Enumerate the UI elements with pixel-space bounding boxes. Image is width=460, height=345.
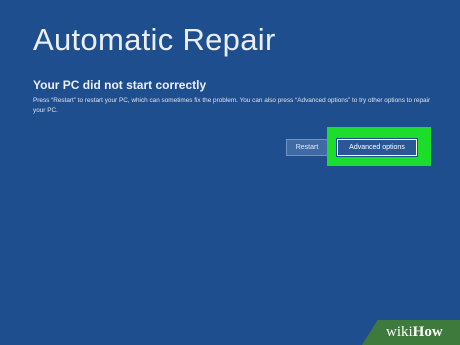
page-title: Automatic Repair <box>33 22 276 57</box>
watermark-logo-part2: How <box>412 324 443 340</box>
instructions-text: Press “Restart” to restart your PC, whic… <box>33 97 431 114</box>
watermark-logo: wikiHow <box>386 324 443 341</box>
recovery-screen: Automatic Repair Your PC did not start c… <box>0 0 460 345</box>
wikihow-watermark: wikiHow <box>362 320 460 345</box>
page-subtitle: Your PC did not start correctly <box>33 78 207 92</box>
advanced-options-button[interactable]: Advanced options <box>336 138 418 157</box>
watermark-logo-part1: wiki <box>386 324 413 340</box>
restart-button[interactable]: Restart <box>286 139 328 156</box>
